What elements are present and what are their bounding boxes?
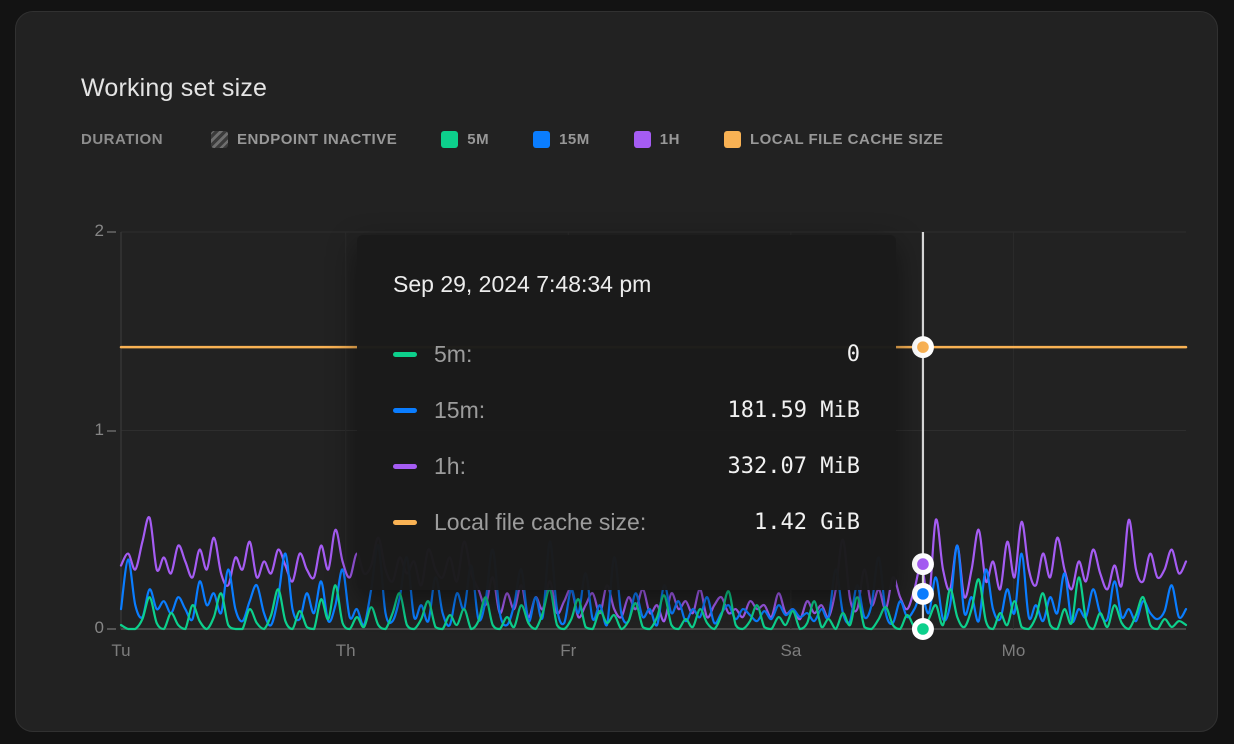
- y-axis-tick-label: 1: [68, 420, 104, 440]
- tooltip-series-label: 5m:: [434, 341, 472, 368]
- y-axis-tick-mark: [107, 430, 116, 432]
- highlight-point-1h: [917, 558, 929, 570]
- page-background: Working set size DURATION ENDPOINT INACT…: [0, 0, 1234, 744]
- working-set-size-card: Working set size DURATION ENDPOINT INACT…: [15, 11, 1218, 732]
- tooltip-series-label: 15m:: [434, 397, 485, 424]
- tooltip-row: 5m:0: [393, 326, 860, 382]
- tooltip-row: 15m:181.59 MiB: [393, 382, 860, 438]
- y-axis-tick-mark: [107, 231, 116, 233]
- series-dash-icon: [393, 464, 417, 469]
- y-axis-tick-label: 2: [68, 221, 104, 241]
- series-dash-icon: [393, 352, 417, 357]
- x-axis-tick-label: Th: [336, 641, 356, 661]
- x-axis-tick-label: Mo: [1002, 641, 1026, 661]
- tooltip-series-label: 1h:: [434, 453, 466, 480]
- highlight-point-local-file-cache-size: [917, 341, 929, 353]
- tooltip-series-value: 181.59 MiB: [485, 398, 860, 423]
- series-dash-icon: [393, 520, 417, 525]
- tooltip-series-value: 1.42 GiB: [646, 510, 860, 535]
- highlight-point-5m: [917, 623, 929, 635]
- x-axis-tick-label: Fr: [560, 641, 576, 661]
- tooltip-series-value: 332.07 MiB: [466, 454, 860, 479]
- tooltip-timestamp: Sep 29, 2024 7:48:34 pm: [393, 265, 860, 303]
- tooltip-row: 1h:332.07 MiB: [393, 438, 860, 494]
- x-axis-tick-label: Tu: [111, 641, 130, 661]
- series-dash-icon: [393, 408, 417, 413]
- chart-tooltip: Sep 29, 2024 7:48:34 pm 5m:015m:181.59 M…: [357, 235, 896, 590]
- tooltip-series-value: 0: [472, 342, 860, 367]
- highlight-point-15m: [917, 588, 929, 600]
- tooltip-series-label: Local file cache size:: [434, 509, 646, 536]
- y-axis-tick-label: 0: [68, 618, 104, 638]
- y-axis-tick-mark: [107, 628, 116, 630]
- x-axis-tick-label: Sa: [780, 641, 801, 661]
- tooltip-row: Local file cache size:1.42 GiB: [393, 494, 860, 550]
